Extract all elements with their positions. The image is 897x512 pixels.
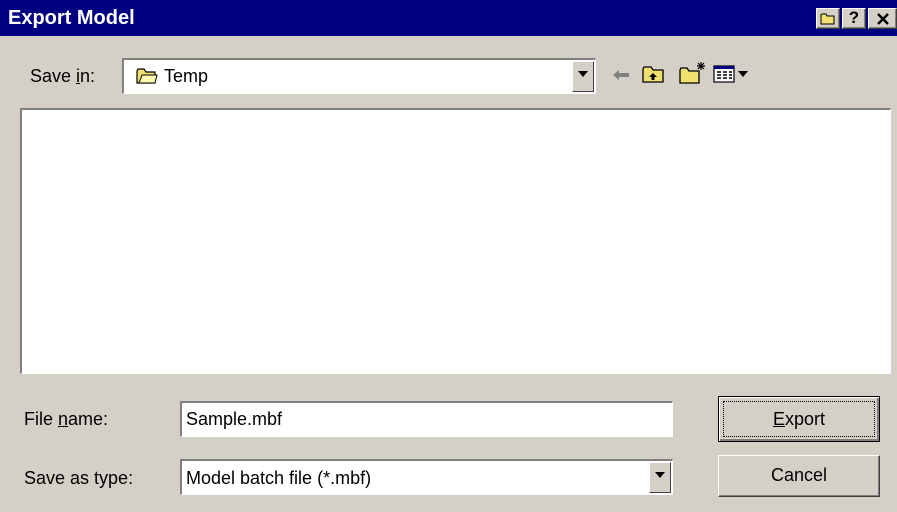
save-as-type-dropdown-button[interactable] xyxy=(649,462,671,493)
save-as-type-label: Save as type: xyxy=(24,468,134,488)
help-icon: ? xyxy=(848,8,860,27)
up-one-level-icon[interactable] xyxy=(642,64,666,84)
file-name-input[interactable]: Sample.mbf xyxy=(180,401,673,437)
close-icon xyxy=(877,13,889,25)
file-name-value: Sample.mbf xyxy=(186,409,283,429)
save-in-dropdown-button[interactable] xyxy=(572,61,594,92)
folder-icon xyxy=(136,68,158,84)
file-list-view[interactable] xyxy=(20,108,891,374)
back-arrow-icon[interactable] xyxy=(611,67,633,83)
save-in-label: Save in: xyxy=(30,66,96,86)
file-name-label: File name: xyxy=(24,409,109,429)
export-button-label: Export xyxy=(772,409,826,429)
save-as-type-combobox[interactable]: Model batch file (*.mbf) xyxy=(180,459,673,495)
save-in-value: Temp xyxy=(164,66,209,86)
close-button[interactable] xyxy=(868,8,897,29)
window-title: Export Model xyxy=(8,7,135,29)
cancel-button[interactable]: Cancel xyxy=(718,455,880,497)
create-new-folder-icon[interactable] xyxy=(679,61,707,85)
export-model-dialog: Export Model ? Save in: Temp File name: … xyxy=(0,0,897,512)
save-as-type-value: Model batch file (*.mbf) xyxy=(186,468,372,488)
save-in-combobox[interactable]: Temp xyxy=(122,58,596,94)
view-menu-icon xyxy=(713,65,748,83)
view-menu-button[interactable] xyxy=(713,62,751,86)
title-bar[interactable]: Export Model ? xyxy=(0,0,897,36)
cancel-button-label: Cancel xyxy=(770,465,828,485)
export-button[interactable]: Export xyxy=(718,396,880,442)
folder-icon xyxy=(820,13,835,25)
help-button[interactable]: ? xyxy=(842,8,866,29)
folder-title-button[interactable] xyxy=(816,8,840,29)
